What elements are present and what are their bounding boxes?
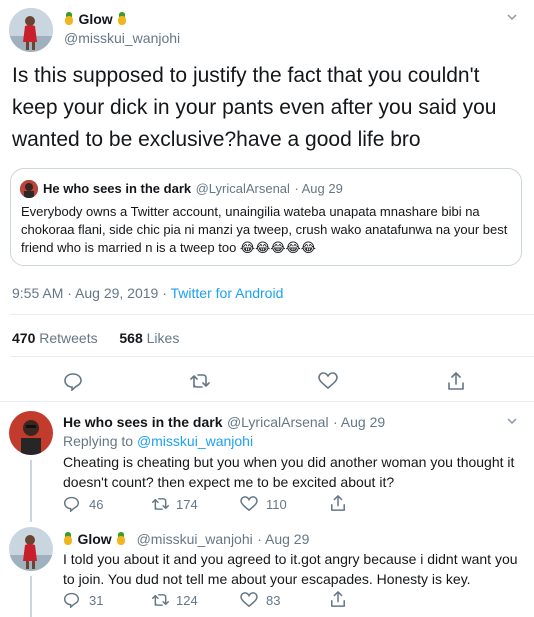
like-icon[interactable] bbox=[240, 592, 258, 613]
reply-author-name[interactable]: He who sees in the dark bbox=[63, 414, 223, 430]
chevron-down-icon[interactable] bbox=[505, 10, 519, 24]
thread-line bbox=[30, 576, 32, 617]
reply-avatar[interactable] bbox=[9, 411, 53, 455]
reply-header: He who sees in the dark @LyricalArsenal … bbox=[63, 414, 385, 432]
retweet-icon[interactable] bbox=[151, 496, 170, 517]
reply-author-handle[interactable]: @LyricalArsenal bbox=[227, 414, 329, 430]
replying-to-label: Replying to bbox=[63, 433, 134, 449]
retweets-label: Retweets bbox=[39, 330, 98, 346]
retweet-count: 124 bbox=[176, 593, 198, 608]
quoted-tweet[interactable]: He who sees in the dark @LyricalArsenal … bbox=[10, 168, 522, 266]
pineapple-icon bbox=[64, 12, 74, 25]
quoted-avatar bbox=[20, 180, 38, 198]
share-icon[interactable] bbox=[447, 371, 465, 396]
client-link[interactable]: Twitter for Android bbox=[171, 285, 284, 301]
divider bbox=[0, 401, 534, 402]
quoted-date: · Aug 29 bbox=[294, 181, 343, 196]
author-name[interactable]: Glow bbox=[64, 11, 127, 29]
like-icon[interactable] bbox=[318, 372, 338, 395]
reply-author-name[interactable]: Glow bbox=[77, 531, 111, 547]
chevron-down-icon[interactable] bbox=[505, 414, 519, 433]
retweets-stat[interactable]: 470 Retweets bbox=[12, 330, 98, 346]
retweet-icon[interactable] bbox=[151, 592, 170, 613]
retweet-icon[interactable] bbox=[189, 372, 211, 395]
like-count: 83 bbox=[266, 593, 281, 608]
avatar[interactable] bbox=[9, 8, 53, 52]
reply-header: Glow @misskui_wanjohi · Aug 29 bbox=[63, 531, 309, 549]
avatar-image bbox=[9, 8, 53, 52]
reply-author-handle[interactable]: @misskui_wanjohi bbox=[137, 531, 253, 547]
reply-avatar[interactable] bbox=[9, 527, 53, 571]
tweet-stats: 470 Retweets 568 Likes bbox=[12, 330, 179, 346]
like-icon[interactable] bbox=[240, 496, 258, 517]
reply-count: 46 bbox=[89, 497, 104, 512]
like-count: 110 bbox=[266, 497, 287, 512]
retweets-count: 470 bbox=[12, 330, 36, 346]
likes-label: Likes bbox=[146, 330, 180, 346]
quoted-author-handle: @LyricalArsenal bbox=[195, 181, 290, 196]
reply-text: Cheating is cheating but you when you di… bbox=[63, 454, 515, 490]
pineapple-icon bbox=[63, 532, 73, 545]
reply-icon[interactable] bbox=[63, 591, 80, 613]
replying-to: Replying to @misskui_wanjohi bbox=[63, 433, 253, 449]
quoted-text: Everybody owns a Twitter account, unaing… bbox=[21, 204, 508, 255]
thread-line bbox=[30, 460, 32, 522]
tweet-text: Is this supposed to justify the fact tha… bbox=[12, 64, 497, 151]
pineapple-icon bbox=[116, 532, 126, 545]
share-icon[interactable] bbox=[330, 590, 346, 613]
likes-stat[interactable]: 568 Likes bbox=[119, 330, 179, 346]
avatar-image bbox=[9, 411, 53, 455]
divider bbox=[10, 356, 534, 357]
tweet-meta: 9:55 AM · Aug 29, 2019 · Twitter for And… bbox=[12, 285, 283, 301]
reply-count: 31 bbox=[89, 593, 104, 608]
quoted-author-name: He who sees in the dark bbox=[43, 181, 192, 196]
timestamp[interactable]: 9:55 AM · Aug 29, 2019 · bbox=[12, 285, 171, 301]
replying-to-handle[interactable]: @misskui_wanjohi bbox=[137, 433, 253, 449]
reply-date[interactable]: · Aug 29 bbox=[257, 531, 309, 547]
avatar-image bbox=[9, 527, 53, 571]
pineapple-icon bbox=[117, 12, 127, 25]
likes-count: 568 bbox=[119, 330, 143, 346]
reply-date[interactable]: · Aug 29 bbox=[333, 414, 385, 430]
share-icon[interactable] bbox=[330, 494, 346, 517]
retweet-count: 174 bbox=[176, 497, 198, 512]
reply-icon[interactable] bbox=[63, 495, 80, 517]
reply-icon[interactable] bbox=[63, 371, 83, 396]
divider bbox=[10, 314, 534, 315]
reply-text: I told you about it and you agreed to it… bbox=[63, 551, 518, 587]
author-handle[interactable]: @misskui_wanjohi bbox=[64, 30, 180, 46]
